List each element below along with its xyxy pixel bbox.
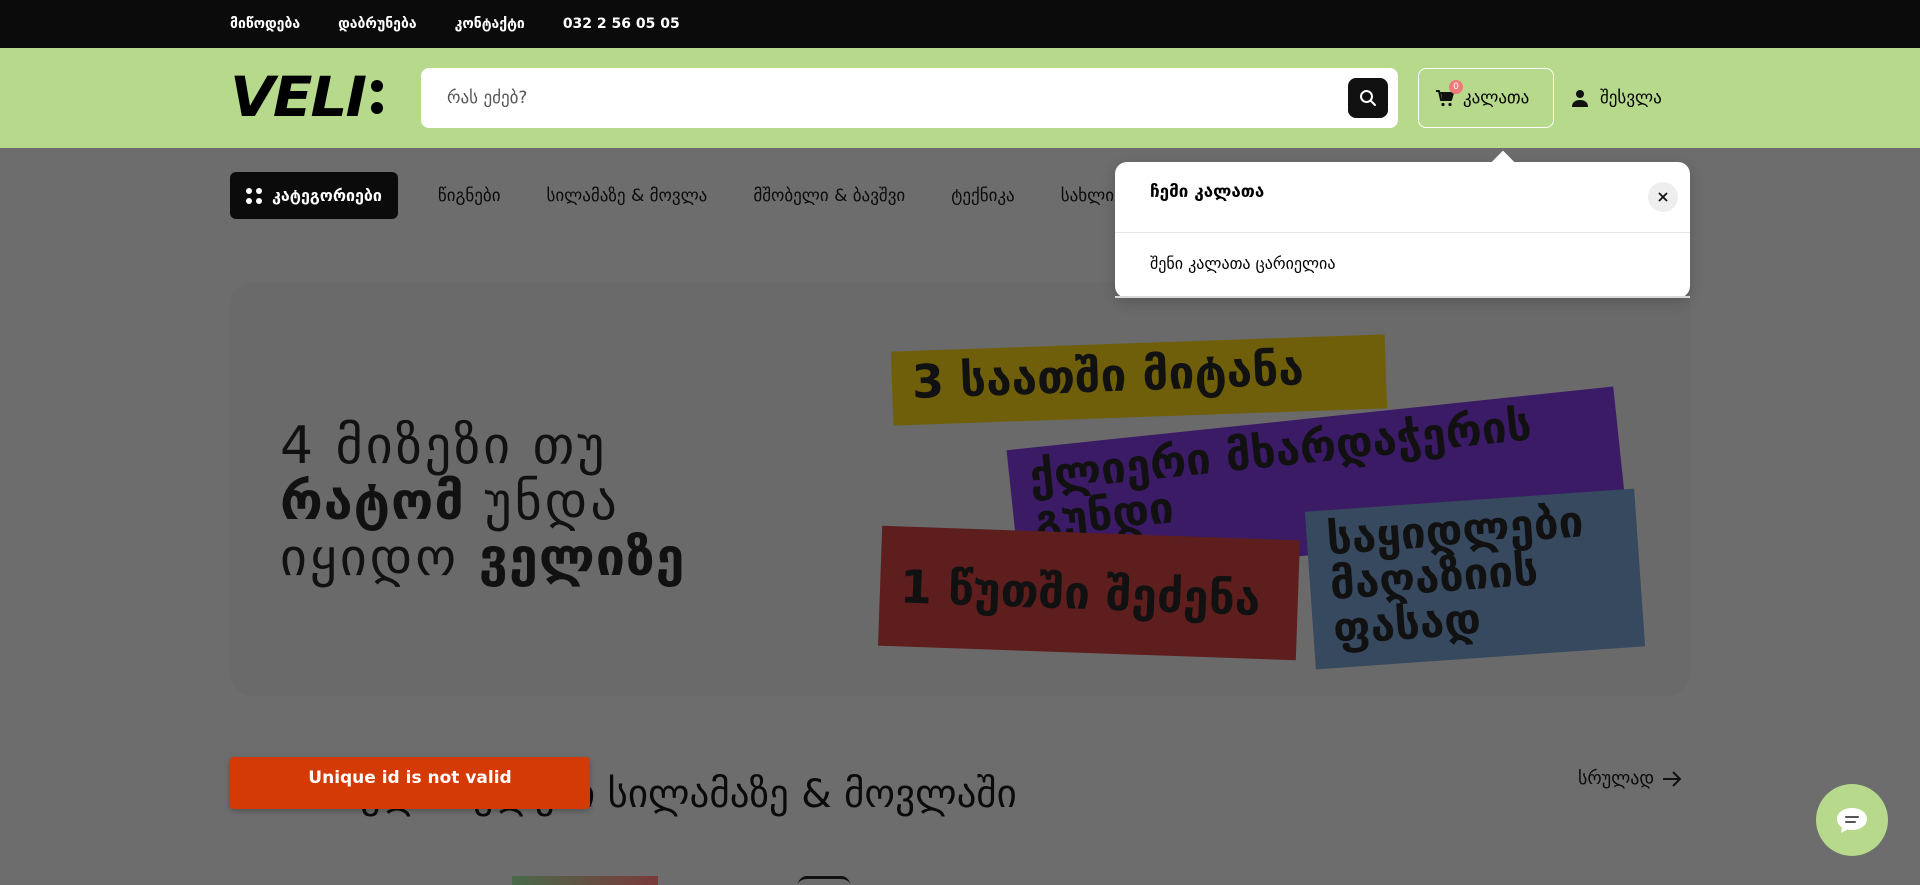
- chat-icon: [1837, 808, 1867, 833]
- see-all-link[interactable]: სრულად: [1578, 768, 1682, 789]
- cart-count-badge: 0: [1449, 80, 1463, 94]
- nav-item-books[interactable]: წიგნები: [438, 186, 501, 206]
- search-bar: [421, 68, 1398, 128]
- sticker-purchase: 1 წუთში შეძენა: [878, 525, 1300, 661]
- banner-line-2-bold: რატომ: [280, 472, 465, 532]
- top-links: მიწოდება დაბრუნება კონტაქტი 032 2 56 05 …: [230, 0, 680, 48]
- cart-dropdown: ჩემი კალათა შენი კალათა ცარიელია: [1115, 162, 1690, 298]
- banner-line-3-start: იყიდო: [280, 528, 460, 588]
- categories-label: კატეგორიები: [272, 186, 382, 205]
- error-toast[interactable]: Unique id is not valid: [230, 757, 590, 809]
- nav-item-home[interactable]: სახლი: [1061, 186, 1114, 206]
- cart-dropdown-title: ჩემი კალათა: [1150, 182, 1265, 202]
- sticker-delivery: 3 საათში მიტანა: [890, 334, 1388, 426]
- cart-label: კალათა: [1463, 88, 1530, 108]
- close-button[interactable]: [1648, 182, 1678, 212]
- search-input[interactable]: [447, 68, 1327, 128]
- login-button[interactable]: შესვლა: [1572, 68, 1662, 128]
- grid-icon: [246, 187, 262, 204]
- search-icon: [1360, 90, 1376, 106]
- top-bar: მიწოდება დაბრუნება კონტაქტი 032 2 56 05 …: [0, 0, 1920, 48]
- header: VELI 0 კალათა შესვლა: [0, 48, 1920, 148]
- nav-item-parent-child[interactable]: მშობელი & ბავშვი: [753, 186, 905, 206]
- banner-headline: 4 მიზეზი თუ რატომ უნდა იყიდო ველიზე: [280, 418, 840, 586]
- logo-colon: [371, 80, 384, 114]
- cart-icon-wrap: 0: [1435, 80, 1463, 108]
- nav-item-beauty[interactable]: სილამაზე & მოვლა: [547, 186, 708, 206]
- chat-button[interactable]: [1816, 784, 1888, 856]
- logo-text: VELI: [230, 64, 367, 130]
- close-icon: [1658, 192, 1668, 202]
- category-nav: კატეგორიები წიგნები სილამაზე & მოვლა მშო…: [230, 172, 1114, 219]
- top-link-delivery[interactable]: მიწოდება: [230, 16, 300, 32]
- banner-line-1: 4 მიზეზი თუ: [280, 416, 608, 476]
- search-button[interactable]: [1348, 78, 1388, 118]
- promo-banner[interactable]: 4 მიზეზი თუ რატომ უნდა იყიდო ველიზე 3 სა…: [230, 283, 1690, 696]
- categories-button[interactable]: კატეგორიები: [230, 172, 398, 219]
- banner-line-2-rest: უნდა: [484, 472, 620, 532]
- user-icon: [1572, 90, 1588, 107]
- product-card-image-1[interactable]: [512, 876, 658, 885]
- banner-line-3: იყიდო ველიზე: [280, 530, 840, 586]
- login-label: შესვლა: [1600, 88, 1662, 108]
- banner-line-2: რატომ უნდა: [280, 474, 840, 530]
- dropdown-divider: [1115, 232, 1690, 233]
- cart-button[interactable]: 0 კალათა: [1418, 68, 1554, 128]
- banner-line-3-bold: ველიზე: [478, 528, 686, 588]
- top-phone-number[interactable]: 032 2 56 05 05: [563, 16, 680, 32]
- see-all-label: სრულად: [1578, 768, 1655, 789]
- cart-empty-message: შენი კალათა ცარიელია: [1150, 254, 1336, 273]
- veli-logo[interactable]: VELI: [230, 65, 384, 129]
- sticker-prices: საყიდლები მაღაზიის ფასად: [1304, 488, 1646, 670]
- nav-item-tech[interactable]: ტექნიკა: [951, 186, 1014, 206]
- top-link-returns[interactable]: დაბრუნება: [338, 16, 417, 32]
- arrow-right-icon: [1663, 770, 1682, 787]
- top-link-contact[interactable]: კონტაქტი: [455, 16, 525, 32]
- dropdown-bottom-border: [1115, 296, 1690, 298]
- product-card-image-2[interactable]: [798, 876, 850, 885]
